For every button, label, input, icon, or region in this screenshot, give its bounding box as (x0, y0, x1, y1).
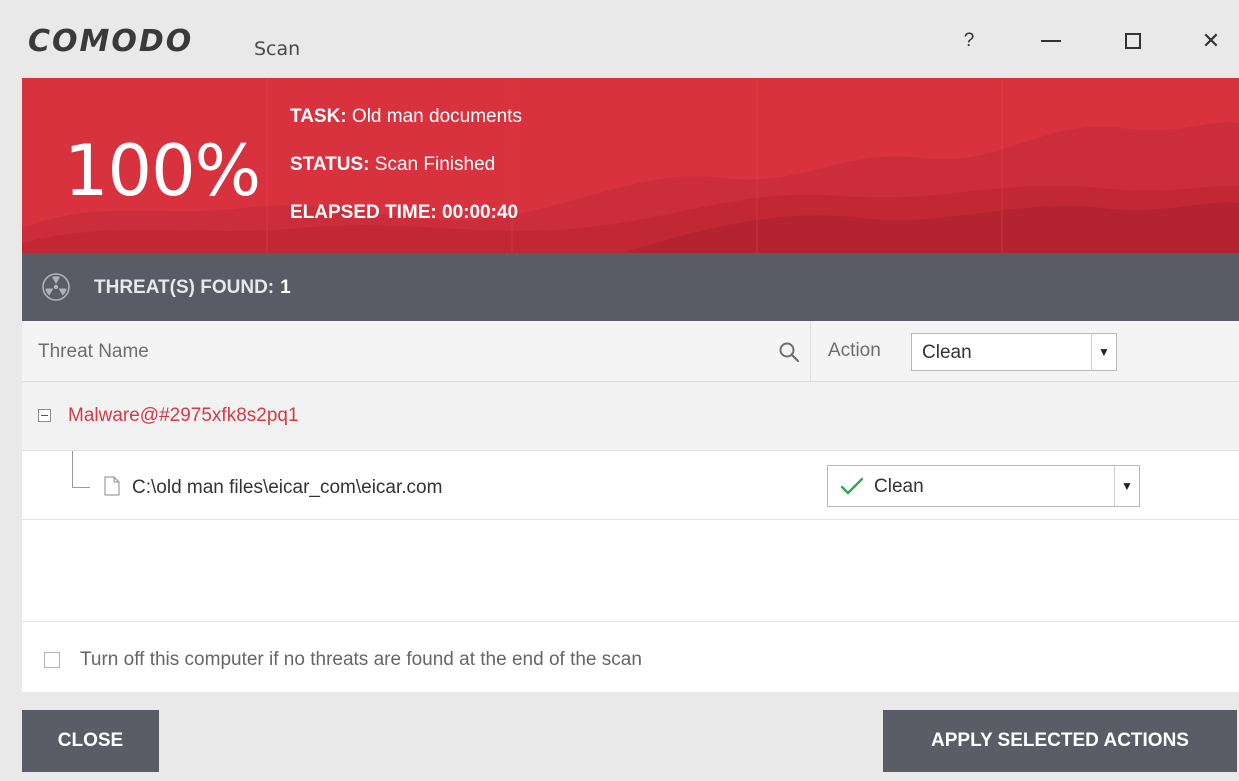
maximize-icon (1125, 33, 1141, 49)
window-title: Scan (254, 38, 301, 60)
radiation-icon (42, 273, 70, 301)
elapsed-label: ELAPSED TIME: (290, 202, 437, 223)
tree-connector (72, 451, 73, 487)
comodo-logo: COMODO (28, 24, 194, 59)
bulk-action-value: Clean (922, 342, 972, 363)
status-value: Scan Finished (374, 154, 496, 175)
minimize-icon (1041, 40, 1061, 42)
threat-name: Malware@#2975xfk8s2pq1 (68, 405, 299, 426)
shutdown-label[interactable]: Turn off this computer if no threats are… (80, 649, 642, 671)
minimize-button[interactable] (1034, 24, 1068, 58)
help-button[interactable]: ? (952, 24, 986, 58)
elapsed-value: 00:00:40 (442, 202, 519, 223)
file-path: C:\old man files\eicar_com\eicar.com (132, 477, 443, 498)
threats-found-label: THREAT(S) FOUND: (94, 277, 275, 298)
column-action: Action (828, 340, 881, 361)
tree-connector-branch (72, 487, 90, 488)
progress-percent: 100% (64, 130, 261, 212)
task-label: TASK: (290, 106, 347, 127)
apply-selected-actions-button[interactable]: APPLY SELECTED ACTIONS (883, 710, 1237, 772)
comodo-scan-window: COMODO Scan ? ✕ 100% TASK: Old man docum… (0, 0, 1239, 781)
task-value: Old man documents (351, 106, 522, 127)
threats-found-count: 1 (280, 277, 291, 298)
maximize-button[interactable] (1116, 24, 1150, 58)
threat-group-row[interactable]: Malware@#2975xfk8s2pq1 (22, 382, 1239, 451)
threats-found-text: THREAT(S) FOUND: 1 (94, 277, 291, 299)
scan-progress-banner: 100% TASK: Old man documents STATUS: Sca… (22, 78, 1239, 253)
status-label: STATUS: (290, 154, 370, 175)
title-bar[interactable]: COMODO Scan ? ✕ (22, 10, 1239, 77)
table-header: Threat Name Action Clean ▼ (22, 321, 1239, 382)
close-window-button[interactable]: ✕ (1194, 24, 1228, 58)
dropdown-arrow-icon[interactable]: ▼ (1091, 334, 1116, 370)
elapsed-info: ELAPSED TIME: 00:00:40 (290, 202, 518, 224)
checkmark-icon (840, 477, 864, 495)
threats-table: Threat Name Action Clean ▼ Malware@#2975… (22, 321, 1239, 692)
close-icon: ✕ (1201, 28, 1221, 53)
threat-file-row[interactable]: C:\old man files\eicar_com\eicar.com Cle… (22, 451, 1239, 520)
column-threat-name: Threat Name (38, 341, 149, 362)
task-info: TASK: Old man documents (290, 106, 522, 128)
close-button[interactable]: CLOSE (22, 710, 159, 772)
file-action-select[interactable]: Clean ▼ (827, 465, 1140, 507)
options-row: Turn off this computer if no threats are… (22, 621, 1239, 692)
dropdown-arrow-icon[interactable]: ▼ (1114, 466, 1139, 506)
search-icon[interactable] (778, 341, 800, 363)
threats-found-bar: THREAT(S) FOUND: 1 (22, 253, 1239, 321)
bulk-action-select[interactable]: Clean ▼ (911, 333, 1117, 371)
status-info: STATUS: Scan Finished (290, 154, 495, 176)
column-divider (810, 321, 811, 381)
file-icon (104, 476, 120, 496)
file-action-value: Clean (874, 476, 924, 497)
shutdown-checkbox[interactable] (44, 652, 60, 668)
help-icon: ? (963, 30, 975, 51)
collapse-icon[interactable] (38, 409, 51, 422)
